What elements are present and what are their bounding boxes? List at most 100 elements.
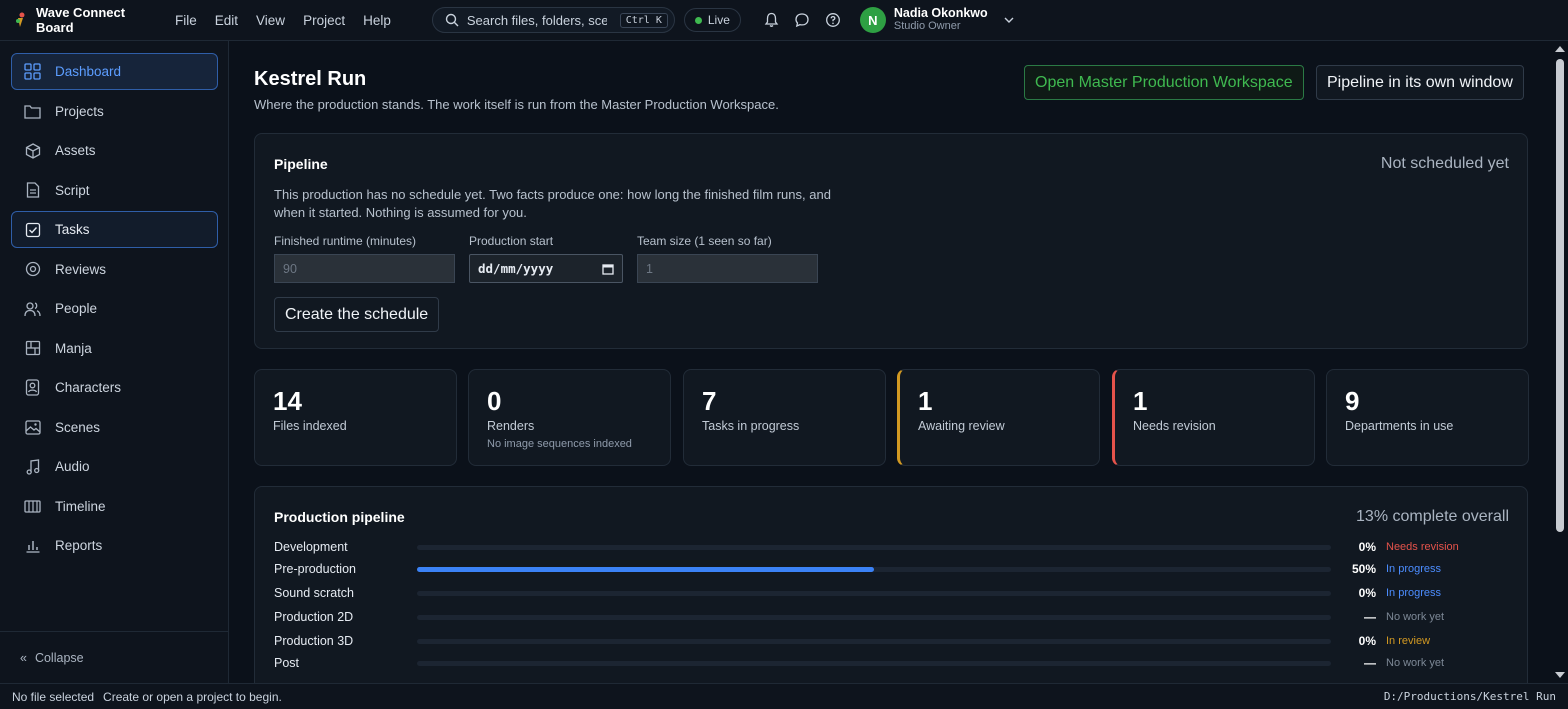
pipeline-row-name: Production 3D bbox=[274, 634, 354, 648]
pipeline-row-status: Needs revision bbox=[1386, 541, 1459, 553]
stat-card-files[interactable]: 14 Files indexed bbox=[254, 369, 457, 466]
sidebar-item-label: Timeline bbox=[55, 498, 106, 514]
start-date-input[interactable]: dd/mm/yyyy bbox=[469, 254, 623, 283]
calendar-icon[interactable] bbox=[602, 263, 614, 275]
live-label: Live bbox=[707, 13, 730, 27]
sidebar-item-label: Script bbox=[55, 182, 90, 198]
scroll-up-icon[interactable] bbox=[1555, 46, 1565, 52]
stat-card-renders[interactable]: 0 Renders No image sequences indexed bbox=[468, 369, 671, 466]
stat-label: Needs revision bbox=[1133, 419, 1216, 433]
collapse-label: Collapse bbox=[34, 650, 84, 665]
pipeline-row-percent: 0% bbox=[1358, 634, 1376, 648]
main-content: Kestrel Run Where the production stands.… bbox=[229, 41, 1552, 683]
stat-label: Tasks in progress bbox=[702, 419, 800, 433]
pipeline-row: Production 3D 0% In review bbox=[274, 632, 1514, 650]
menu-view[interactable]: View bbox=[247, 13, 294, 28]
collapse-button[interactable]: « Collapse bbox=[0, 631, 228, 683]
progress-bar bbox=[417, 660, 1331, 666]
progress-bar bbox=[417, 638, 1331, 644]
pipeline-row-status: In review bbox=[1386, 635, 1431, 647]
stat-card-needs-revision[interactable]: 1 Needs revision bbox=[1112, 369, 1315, 466]
start-field: Production start dd/mm/yyyy bbox=[469, 234, 623, 283]
pipeline-row-status: In progress bbox=[1386, 587, 1442, 599]
status-hint: Create or open a project to begin. bbox=[103, 689, 282, 704]
menu-file[interactable]: File bbox=[166, 13, 206, 28]
stat-value: 9 bbox=[1345, 386, 1360, 416]
pipeline-row-status: No work yet bbox=[1386, 657, 1445, 669]
help-icon[interactable] bbox=[825, 12, 842, 29]
pipeline-row-status: In progress bbox=[1386, 563, 1442, 575]
checkbox-icon bbox=[24, 221, 41, 238]
stat-sub: No image sequences indexed bbox=[487, 438, 632, 450]
pipeline-row-name: Development bbox=[274, 540, 348, 554]
search-input[interactable]: Search files, folders, scenes Ctrl K bbox=[431, 7, 675, 33]
sidebar-item-dashboard[interactable]: Dashboard bbox=[11, 53, 218, 90]
pipeline-row: Production 2D — No work yet bbox=[274, 608, 1514, 626]
sidebar-item-manja[interactable]: Manja bbox=[11, 330, 218, 367]
scroll-down-icon[interactable] bbox=[1555, 672, 1565, 678]
scroll-thumb[interactable] bbox=[1556, 59, 1564, 532]
pipeline-row: Sound scratch 0% In progress bbox=[274, 584, 1514, 602]
sidebar-item-tasks[interactable]: Tasks bbox=[11, 211, 218, 248]
runtime-input[interactable]: 90 bbox=[274, 254, 455, 283]
stat-value: 7 bbox=[702, 386, 717, 416]
progress-bar bbox=[417, 614, 1331, 620]
stat-card-tasks[interactable]: 7 Tasks in progress bbox=[683, 369, 886, 466]
panels-icon bbox=[24, 340, 41, 357]
runtime-label: Finished runtime (minutes) bbox=[274, 234, 417, 248]
pipeline-row-percent: — bbox=[1364, 610, 1376, 624]
start-date-placeholder: dd/mm/yyyy bbox=[478, 261, 554, 276]
create-schedule-button[interactable]: Create the schedule bbox=[274, 297, 440, 332]
sidebar-item-characters[interactable]: Characters bbox=[11, 369, 218, 406]
pipeline-row-percent: — bbox=[1364, 656, 1376, 670]
status-bar: No file selected Create or open a projec… bbox=[0, 683, 1568, 709]
pipeline-window-button[interactable]: Pipeline in its own window bbox=[1316, 65, 1524, 100]
sidebar-item-assets[interactable]: Assets bbox=[11, 132, 218, 169]
folder-icon bbox=[24, 103, 41, 120]
stat-card-departments[interactable]: 9 Departments in use bbox=[1326, 369, 1529, 466]
sidebar-item-timeline[interactable]: Timeline bbox=[11, 488, 218, 525]
open-workspace-button[interactable]: Open Master Production Workspace bbox=[1024, 65, 1304, 100]
live-indicator[interactable]: Live bbox=[683, 8, 741, 32]
pipeline-row-name: Pre-production bbox=[274, 562, 356, 576]
stat-value: 0 bbox=[487, 386, 502, 416]
user-menu[interactable]: N Nadia Okonkwo Studio Owner bbox=[859, 7, 1014, 33]
sidebar-item-label: Dashboard bbox=[55, 64, 122, 79]
menu-project[interactable]: Project bbox=[294, 13, 354, 28]
team-size-input[interactable]: 1 bbox=[637, 254, 818, 283]
sidebar-item-people[interactable]: People bbox=[11, 290, 218, 327]
sidebar-item-projects[interactable]: Projects bbox=[11, 93, 218, 130]
pipeline-card: Pipeline Not scheduled yet This producti… bbox=[254, 133, 1528, 349]
status-file: No file selected bbox=[12, 689, 95, 704]
pipeline-row-name: Production 2D bbox=[274, 610, 354, 624]
search-icon bbox=[445, 13, 459, 27]
sidebar-item-label: Manja bbox=[55, 340, 92, 356]
menu-edit[interactable]: Edit bbox=[206, 13, 247, 28]
progress-bar bbox=[417, 544, 1331, 550]
pipeline-row-percent: 0% bbox=[1358, 540, 1376, 554]
sidebar-item-audio[interactable]: Audio bbox=[11, 448, 218, 485]
search-shortcut: Ctrl K bbox=[619, 12, 668, 28]
start-label: Production start bbox=[469, 234, 554, 248]
sidebar-item-script[interactable]: Script bbox=[11, 172, 218, 209]
chat-icon[interactable] bbox=[794, 12, 811, 29]
pipeline-row: Development 0% Needs revision bbox=[274, 538, 1514, 556]
chart-icon bbox=[24, 537, 41, 554]
sidebar-item-reviews[interactable]: Reviews bbox=[11, 251, 218, 288]
sidebar-item-scenes[interactable]: Scenes bbox=[11, 409, 218, 446]
stat-label: Awaiting review bbox=[918, 419, 1005, 433]
sidebar-item-reports[interactable]: Reports bbox=[11, 527, 218, 564]
bell-icon[interactable] bbox=[763, 12, 780, 29]
sidebar-item-label: Scenes bbox=[55, 419, 101, 435]
app-brand: Wave Connect Board bbox=[0, 5, 166, 35]
scrollbar[interactable] bbox=[1552, 41, 1568, 683]
timeline-icon bbox=[24, 498, 41, 515]
runtime-field: Finished runtime (minutes) 90 bbox=[274, 234, 455, 283]
sidebar-item-label: People bbox=[55, 301, 98, 316]
dashboard-icon bbox=[24, 63, 41, 80]
stat-card-awaiting-review[interactable]: 1 Awaiting review bbox=[897, 369, 1100, 466]
pipeline-title: Pipeline bbox=[274, 156, 328, 172]
sidebar-item-label: Projects bbox=[55, 103, 104, 119]
people-icon bbox=[24, 300, 41, 317]
menu-help[interactable]: Help bbox=[354, 13, 400, 28]
